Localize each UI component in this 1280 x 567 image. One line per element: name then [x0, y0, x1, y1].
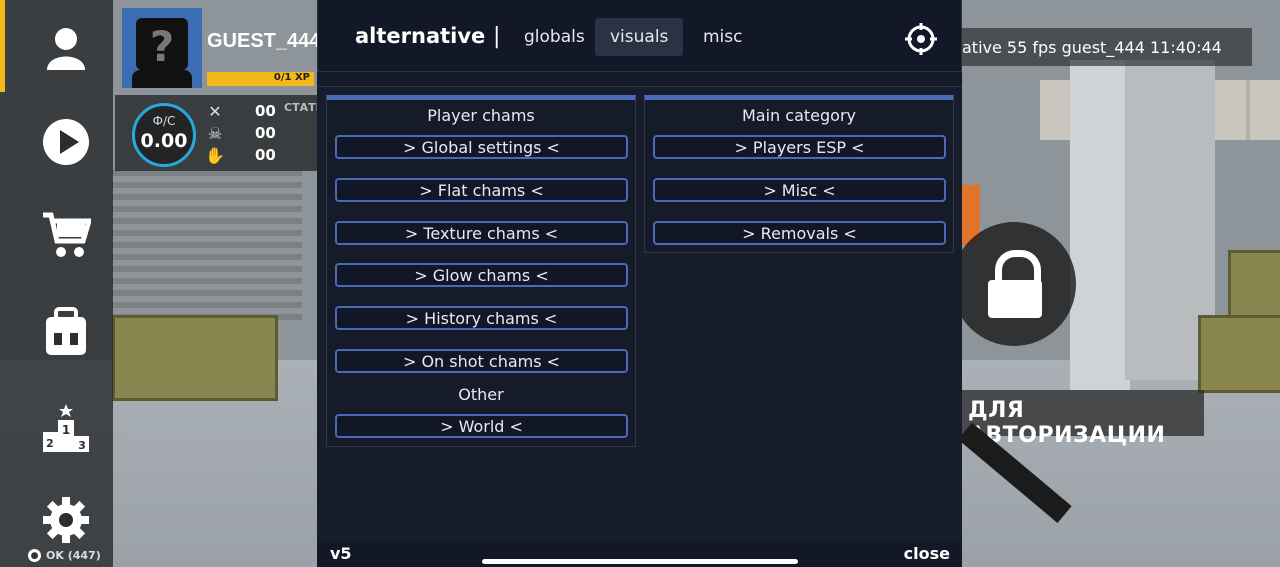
- xp-text: 0/1 XP: [273, 72, 310, 83]
- group-subtitle-other: Other: [458, 385, 504, 404]
- deaths-value: 00: [255, 124, 276, 142]
- ok-icon: ●: [28, 549, 41, 562]
- auth-banner: ДЛЯ АВТОРИЗАЦИИ: [962, 390, 1204, 448]
- handshake-icon: ✋: [205, 145, 225, 165]
- shop-cart-icon[interactable]: [36, 205, 96, 265]
- unknown-avatar-icon: ?: [149, 22, 175, 71]
- crate: [112, 315, 278, 401]
- ok-indicator: ● OK (447): [28, 549, 101, 562]
- tab-misc[interactable]: misc: [688, 18, 758, 56]
- group-title: Player chams: [427, 106, 535, 125]
- profile-icon[interactable]: [36, 18, 96, 78]
- sidebar-active-indicator: [0, 0, 5, 92]
- removals-button[interactable]: > Removals <: [653, 221, 946, 245]
- crate: [1198, 315, 1280, 393]
- assists-value: 00: [255, 146, 276, 164]
- assists-row: ✋ 00: [205, 145, 276, 165]
- auth-banner-text: ДЛЯ АВТОРИЗАЦИИ: [968, 398, 1166, 448]
- ok-label: OK (447): [46, 549, 101, 562]
- shutter-wall: [112, 170, 302, 320]
- cheat-menu: alternative | globals visuals misc Playe…: [317, 0, 962, 567]
- version-label: v5: [330, 544, 352, 563]
- misc-button[interactable]: > Misc <: [653, 178, 946, 202]
- crosshair-gear-icon[interactable]: [904, 22, 938, 56]
- history-chams-button[interactable]: > History chams <: [335, 306, 628, 330]
- kd-value: 0.00: [140, 130, 188, 152]
- svg-text:3: 3: [78, 439, 86, 452]
- crate: [1228, 250, 1280, 321]
- deaths-row: ☠ 00: [205, 123, 276, 143]
- players-esp-button[interactable]: > Players ESP <: [653, 135, 946, 159]
- close-button[interactable]: close: [904, 544, 950, 563]
- group-title: Main category: [742, 106, 856, 125]
- crossed-swords-icon: ✕: [208, 101, 222, 121]
- kills-value: 00: [255, 102, 276, 120]
- left-sidebar: 12 3 ● OK (447): [0, 0, 113, 567]
- svg-text:1: 1: [62, 423, 70, 437]
- glow-chams-button[interactable]: > Glow chams <: [335, 263, 628, 287]
- group-main-category: Main category > Players ESP < > Misc < >…: [644, 95, 954, 253]
- flat-chams-button[interactable]: > Flat chams <: [335, 178, 628, 202]
- lock-icon-body: [988, 280, 1042, 318]
- info-bar: ative 55 fps guest_444 11:40:44: [962, 28, 1252, 66]
- menu-body: Player chams > Global settings < > Flat …: [317, 86, 962, 542]
- settings-gear-icon[interactable]: [36, 490, 96, 550]
- play-icon[interactable]: [36, 112, 96, 172]
- world-button[interactable]: > World <: [335, 414, 628, 438]
- kills-row: ✕ 00: [205, 101, 276, 121]
- group-player-chams: Player chams > Global settings < > Flat …: [326, 95, 636, 447]
- kd-ratio-circle: Ф/С 0.00: [132, 103, 196, 167]
- player-name: GUEST_444: [207, 30, 321, 52]
- skull-icon: ☠: [207, 123, 223, 143]
- kd-label: Ф/С: [152, 114, 176, 128]
- on-shot-chams-button[interactable]: > On shot chams <: [335, 349, 628, 373]
- tab-visuals[interactable]: visuals: [595, 18, 684, 56]
- xp-bar: 0/1 XP: [207, 72, 314, 86]
- texture-chams-button[interactable]: > Texture chams <: [335, 221, 628, 245]
- backpack-icon[interactable]: [36, 302, 96, 362]
- tab-globals[interactable]: globals: [509, 18, 600, 56]
- pillar: [1070, 60, 1130, 390]
- svg-text:2: 2: [46, 437, 54, 450]
- home-indicator[interactable]: [482, 559, 798, 564]
- menu-header: alternative | globals visuals misc: [317, 0, 962, 72]
- menu-title: alternative: [355, 24, 486, 48]
- global-settings-button[interactable]: > Global settings <: [335, 135, 628, 159]
- title-separator: |: [493, 24, 501, 49]
- leaderboard-icon[interactable]: 12 3: [36, 398, 96, 458]
- avatar[interactable]: ?: [122, 8, 202, 88]
